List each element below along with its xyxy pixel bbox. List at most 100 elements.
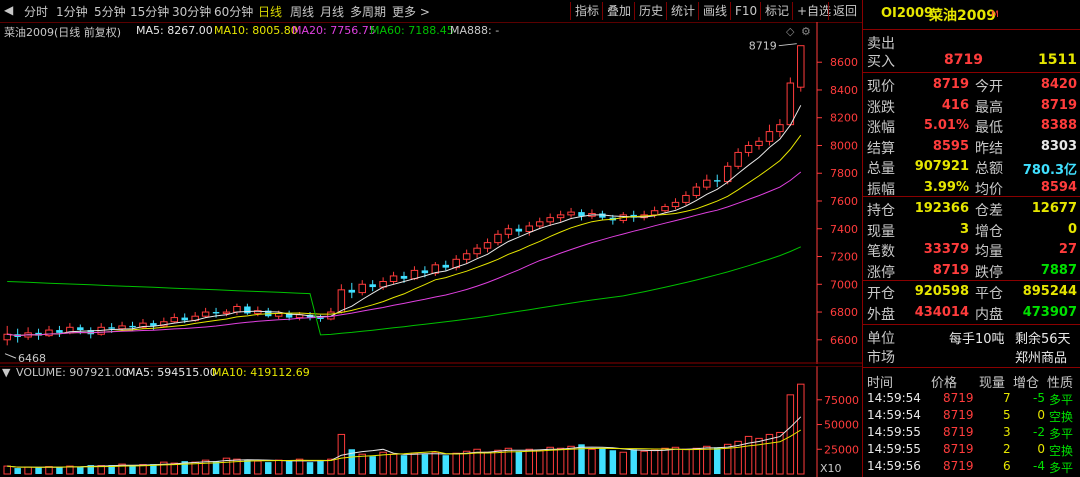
- tab-period-5min[interactable]: 5分钟: [94, 3, 126, 20]
- tab-period-weekly[interactable]: 周线: [290, 3, 314, 20]
- draw-button[interactable]: 画线: [698, 2, 731, 20]
- overlay-button[interactable]: 叠加: [602, 2, 635, 20]
- unit-value: 每手10吨: [949, 332, 1005, 347]
- volume-bar: [640, 450, 648, 475]
- volume-bar: [546, 446, 554, 475]
- tick-row[interactable]: 14:59:56 8719 6 -4 多平: [863, 459, 1080, 477]
- volume-bar: [744, 435, 753, 475]
- quote-row: 现价 8719 今开 8420: [863, 75, 1080, 95]
- quote-value: 3: [959, 221, 969, 237]
- quote-label: 外盘: [867, 306, 895, 323]
- tick-row[interactable]: 14:59:54 8719 5 0 空换: [863, 408, 1080, 426]
- price-tick-label: 7800: [830, 167, 858, 180]
- tab-period-timeshare[interactable]: 分时: [24, 3, 48, 20]
- remaining-days: 剩余56天: [1015, 332, 1071, 347]
- candle-body: [77, 327, 84, 331]
- volume-bar: [776, 431, 784, 475]
- divider: [863, 280, 1080, 281]
- volume-bar: [327, 458, 335, 475]
- contract-tag: M: [991, 10, 999, 20]
- tick-row[interactable]: 14:59:55 8719 2 0 空换: [863, 442, 1080, 460]
- quote-row: 涨跌 416 最高 8719: [863, 96, 1080, 116]
- high-arrow: [778, 43, 797, 47]
- divider: [863, 72, 1080, 73]
- volume-bar: [682, 448, 690, 475]
- quote-label: 涨停: [867, 264, 895, 281]
- candle-body: [108, 327, 115, 329]
- tab-period-multi[interactable]: 多周期: [350, 3, 386, 20]
- candle-body: [3, 333, 11, 341]
- return-button[interactable]: 返回: [828, 2, 861, 20]
- tab-period-30min[interactable]: 30分钟: [172, 3, 211, 20]
- quote-value: 8303: [1040, 138, 1077, 154]
- volume-bar: [797, 383, 805, 475]
- ticks-header-volume: 现量: [979, 376, 1006, 391]
- ticks-header-kind: 性质: [1047, 376, 1074, 391]
- candle-body: [786, 82, 795, 126]
- tick-row[interactable]: 14:59:55 8719 3 -2 多平: [863, 425, 1080, 443]
- quote-row: 现量 3 增仓 0: [863, 220, 1080, 240]
- candle-body: [369, 284, 376, 288]
- quote-value: 780.3亿: [1022, 163, 1077, 178]
- quote-value: 8719: [932, 77, 969, 92]
- tick-time: 14:59:54: [867, 408, 921, 422]
- tab-period-15min[interactable]: 15分钟: [130, 3, 169, 20]
- mark-button[interactable]: 标记: [760, 2, 793, 20]
- price-tick-label: 7400: [830, 223, 858, 236]
- indicator-button[interactable]: 指标: [570, 2, 603, 20]
- volume-chart[interactable]: 75000 50000 25000 X10: [0, 366, 862, 477]
- volume-bar: [536, 449, 544, 475]
- tab-period-daily[interactable]: 日线: [258, 3, 282, 20]
- tick-volume: 3: [1003, 425, 1011, 439]
- candle-body: [504, 228, 513, 235]
- back-arrow-icon[interactable]: ◀: [4, 3, 13, 17]
- quote-label: 昨结: [975, 140, 1003, 157]
- candle-body: [692, 186, 701, 196]
- candle-body: [797, 45, 805, 88]
- candle-body: [358, 283, 366, 294]
- quote-row: 振幅 3.99% 均价 8594: [863, 178, 1080, 198]
- volume-bar: [389, 453, 398, 475]
- volume-bar: [755, 437, 763, 475]
- candle-body: [201, 311, 210, 317]
- quote-value: 8719: [1040, 97, 1077, 113]
- candle-body: [494, 233, 502, 244]
- ma60-value: MA60: 7188.45: [370, 24, 454, 37]
- tab-period-60min[interactable]: 60分钟: [214, 3, 253, 20]
- tab-period-monthly[interactable]: 月线: [320, 3, 344, 20]
- quote-value: 907921: [914, 159, 969, 174]
- high-annotation: 8719: [749, 40, 777, 53]
- buy-price: 8719: [944, 52, 983, 68]
- ticks-header-price: 价格: [931, 376, 958, 391]
- f10-button[interactable]: F10: [730, 2, 761, 20]
- tab-period-more[interactable]: 更多 >: [392, 3, 430, 20]
- volume-bar: [714, 447, 721, 474]
- history-button[interactable]: 历史: [634, 2, 667, 20]
- ticks-header-time: 时间: [867, 376, 894, 391]
- candle-body: [755, 140, 763, 146]
- volume-bar: [317, 461, 324, 474]
- volume-bar: [599, 448, 606, 474]
- volume-bar: [462, 450, 471, 475]
- tab-period-1min[interactable]: 1分钟: [56, 3, 88, 20]
- divider: [863, 324, 1080, 325]
- volume-bar: [483, 451, 492, 475]
- stats-button[interactable]: 统计: [666, 2, 699, 20]
- volume-bar: [77, 466, 84, 474]
- tick-row[interactable]: 14:59:54 8719 7 -5 多平: [863, 391, 1080, 409]
- volume-settings-icon[interactable]: ▼: [2, 366, 10, 379]
- volume-bar: [692, 447, 701, 475]
- quote-value: 3.99%: [923, 179, 969, 195]
- candle-body: [525, 225, 534, 233]
- candlestick-chart[interactable]: 8600 8400 8200 8000 7800 7600 7400 7200 7000 6800…: [0, 22, 862, 364]
- quote-value: 5.01%: [923, 118, 969, 133]
- price-tick-label: 8600: [830, 56, 858, 69]
- candle-body: [118, 325, 126, 330]
- quote-label: 开仓: [867, 286, 895, 302]
- volume-bar: [765, 433, 774, 475]
- candle-body: [546, 217, 554, 223]
- volume-bar: [431, 451, 440, 475]
- quote-value: 8719: [932, 262, 969, 278]
- volume-tick-label: 25000: [824, 443, 859, 456]
- ma60-line: [7, 246, 802, 336]
